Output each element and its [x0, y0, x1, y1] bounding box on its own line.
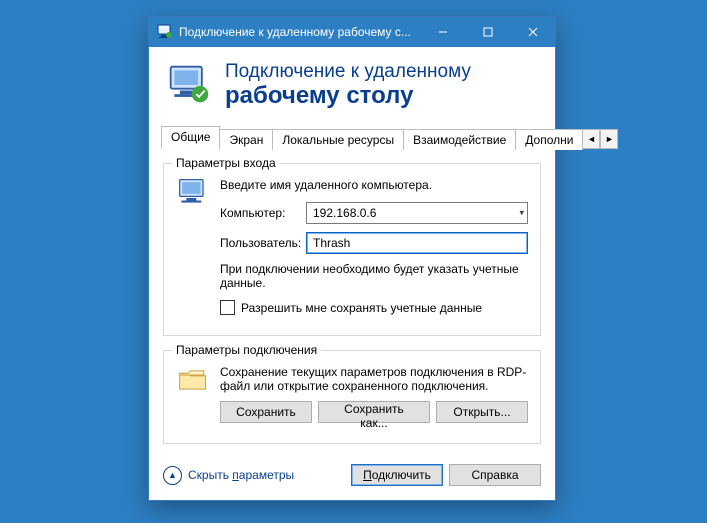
- hide-options-label: Скрыть параметры: [188, 468, 294, 482]
- computer-input[interactable]: [306, 202, 528, 224]
- rdc-logo-icon: [167, 63, 211, 107]
- group-connection-legend: Параметры подключения: [172, 343, 321, 357]
- tab-advanced[interactable]: Дополни: [515, 129, 583, 150]
- maximize-button[interactable]: [465, 17, 510, 47]
- dialog-heading: Подключение к удаленному рабочему столу: [225, 61, 471, 109]
- tab-experience[interactable]: Взаимодействие: [403, 129, 516, 150]
- tab-strip: Общие Экран Локальные ресурсы Взаимодейс…: [161, 127, 543, 149]
- app-icon: [157, 24, 173, 40]
- hide-options-link[interactable]: ▲ Скрыть параметры: [163, 466, 294, 485]
- dialog-header: Подключение к удаленному рабочему столу: [149, 47, 555, 127]
- user-input[interactable]: [306, 232, 528, 254]
- help-button[interactable]: Справка: [449, 464, 541, 486]
- minimize-button[interactable]: [420, 17, 465, 47]
- heading-line1: Подключение к удаленному: [225, 61, 471, 83]
- group-connection: Параметры подключения Сохранение текущих…: [163, 350, 541, 444]
- checkbox-icon: [220, 300, 235, 315]
- save-credentials-label: Разрешить мне сохранять учетные данные: [241, 301, 482, 315]
- tab-scroll-right-icon[interactable]: ►: [600, 129, 618, 149]
- dialog-footer: ▲ Скрыть параметры Подключить Справка: [149, 452, 555, 500]
- window-title: Подключение к удаленному рабочему с...: [179, 25, 420, 39]
- group-login-legend: Параметры входа: [172, 156, 280, 170]
- connect-button[interactable]: Подключить: [351, 464, 443, 486]
- connection-note: Сохранение текущих параметров подключени…: [220, 365, 528, 393]
- titlebar: Подключение к удаленному рабочему с...: [149, 17, 555, 47]
- user-label: Пользователь:: [220, 236, 306, 250]
- heading-line2: рабочему столу: [225, 83, 471, 109]
- login-intro-text: Введите имя удаленного компьютера.: [220, 178, 528, 192]
- tab-scroll-buttons: ◄ ►: [582, 129, 618, 149]
- tab-display[interactable]: Экран: [219, 129, 273, 150]
- computer-label: Компьютер:: [220, 206, 306, 220]
- tab-scroll-left-icon[interactable]: ◄: [582, 129, 600, 149]
- credentials-note: При подключении необходимо будет указать…: [220, 262, 528, 290]
- close-button[interactable]: [510, 17, 555, 47]
- folder-icon: [176, 365, 210, 395]
- computer-combo[interactable]: ▾: [306, 202, 528, 224]
- computer-icon: [176, 178, 210, 208]
- save-as-button[interactable]: Сохранить как...: [318, 401, 430, 423]
- tab-local-resources[interactable]: Локальные ресурсы: [272, 129, 404, 150]
- rdc-dialog-window: Подключение к удаленному рабочему с...: [148, 16, 556, 501]
- tab-general[interactable]: Общие: [161, 126, 220, 149]
- save-credentials-checkbox[interactable]: Разрешить мне сохранять учетные данные: [220, 300, 528, 315]
- group-login: Параметры входа Введите имя удаленного к…: [163, 163, 541, 336]
- collapse-arrow-icon: ▲: [163, 466, 182, 485]
- open-button[interactable]: Открыть...: [436, 401, 528, 423]
- save-button[interactable]: Сохранить: [220, 401, 312, 423]
